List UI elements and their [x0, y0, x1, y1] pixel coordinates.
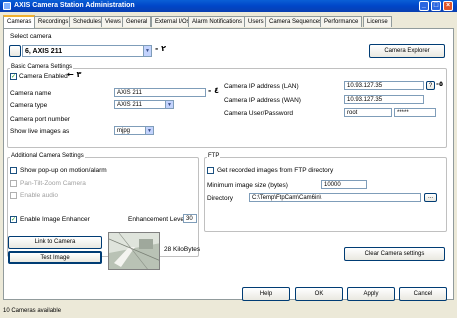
browse-button[interactable]: ... [424, 193, 437, 202]
show-images-label: Show live images as [10, 128, 70, 135]
ip-wan-label: Camera IP address (WAN) [224, 97, 301, 104]
enhancer-label: Enable Image Enhancer [20, 216, 90, 223]
status-bar: 10 Cameras available [0, 305, 457, 318]
user-pass-label: Camera User/Password [224, 110, 293, 117]
camera-preview-image [108, 232, 160, 270]
apply-button[interactable]: Apply [347, 287, 395, 301]
ip-help-button[interactable]: ? [426, 81, 435, 90]
tab-camera-sequences[interactable]: Camera Sequences [265, 16, 327, 27]
tab-schedules[interactable]: Schedules [69, 16, 106, 27]
enhancement-level-input[interactable]: 30 [183, 214, 197, 223]
chevron-down-icon[interactable]: ▼ [143, 46, 151, 56]
enhancement-level-label: Enhancement Level [128, 216, 186, 223]
annotation-4: - ٤ [208, 86, 219, 95]
ptz-label: Pan-Tilt-Zoom Camera [20, 180, 86, 187]
show-images-value: mjpg [117, 128, 131, 134]
min-size-label: Minimum image size (bytes) [207, 182, 288, 189]
chevron-down-icon[interactable]: ▼ [145, 127, 153, 134]
annotation-3: ← ٣ [67, 70, 82, 79]
maximize-button[interactable]: □ [431, 1, 441, 11]
ftp-get-label: Get recorded images from FTP directory [217, 167, 334, 174]
clear-camera-settings-button[interactable]: Clear Camera settings [344, 247, 445, 261]
ftp-get-checkbox[interactable] [207, 167, 214, 174]
title-bar: AXIS Camera Station Administration _ □ × [0, 0, 457, 12]
tab-performance[interactable]: Performance [320, 16, 363, 27]
audio-checkbox[interactable] [10, 192, 17, 199]
camera-enabled-checkbox[interactable]: ✓ [10, 73, 17, 80]
ftp-label: FTP [207, 153, 221, 159]
camera-name-label: Camera name [10, 90, 52, 97]
user-input[interactable]: root [344, 108, 392, 117]
window-title: AXIS Camera Station Administration [14, 2, 135, 9]
status-text: 10 Cameras available [3, 308, 62, 314]
tab-general[interactable]: General [122, 16, 152, 27]
min-size-input[interactable]: 10000 [321, 180, 367, 189]
popup-checkbox[interactable] [10, 167, 17, 174]
camera-name-input[interactable]: AXIS 211 [114, 88, 206, 97]
close-button[interactable]: × [443, 1, 453, 11]
annotation-2: - ٢ [155, 44, 166, 53]
ip-lan-input[interactable]: 10.93.127.35 [344, 81, 424, 90]
camera-type-value: AXIS 211 [117, 102, 142, 108]
chevron-down-icon[interactable]: ▼ [165, 101, 173, 108]
ok-button[interactable]: OK [295, 287, 343, 301]
cancel-button[interactable]: Cancel [399, 287, 447, 301]
camera-prev-button[interactable] [9, 45, 21, 57]
ip-lan-label: Camera IP address (LAN) [224, 83, 299, 90]
link-to-camera-button[interactable]: Link to Camera [8, 236, 102, 249]
ptz-checkbox[interactable] [10, 180, 17, 187]
additional-settings-label: Additional Camera Settings [10, 153, 85, 159]
image-size-text: 28 KiloBytes [164, 246, 201, 253]
annotation-5: -٥ [436, 80, 444, 88]
camera-select[interactable]: 6, AXIS 211 ▼ [22, 45, 152, 57]
app-icon [3, 2, 11, 10]
camera-type-label: Camera type [10, 102, 48, 109]
test-image-button[interactable]: Test Image [8, 251, 102, 264]
tab-cameras[interactable]: Cameras [3, 15, 36, 28]
camera-select-value: 6, AXIS 211 [25, 48, 63, 55]
password-input[interactable]: ***** [394, 108, 436, 117]
camera-enabled-label: Camera Enabled [19, 73, 68, 80]
camera-explorer-button[interactable]: Camera Explorer [369, 44, 445, 58]
enhancer-checkbox[interactable]: ✓ [10, 216, 17, 223]
camera-type-select[interactable]: AXIS 211 ▼ [114, 100, 174, 109]
ip-wan-input[interactable]: 10.93.127.35 [344, 95, 424, 104]
directory-label: Directory [207, 195, 234, 202]
show-images-select[interactable]: mjpg ▼ [114, 126, 154, 135]
port-label: Camera port number [10, 116, 70, 123]
tab-license[interactable]: License [363, 16, 392, 27]
tab-alarm-notifications[interactable]: Alarm Notifications [188, 16, 247, 27]
tab-recordings[interactable]: Recordings [34, 16, 73, 27]
select-camera-label: Select camera [10, 33, 52, 40]
directory-input[interactable]: C:\Temp\FtpCam\Cam6in\ [249, 193, 421, 202]
basic-settings-label: Basic Camera Settings [10, 64, 74, 70]
help-button[interactable]: Help [242, 287, 290, 301]
audio-label: Enable audio [20, 192, 58, 199]
minimize-button[interactable]: _ [419, 1, 429, 11]
popup-label: Show pop-up on motion/alarm [20, 167, 107, 174]
